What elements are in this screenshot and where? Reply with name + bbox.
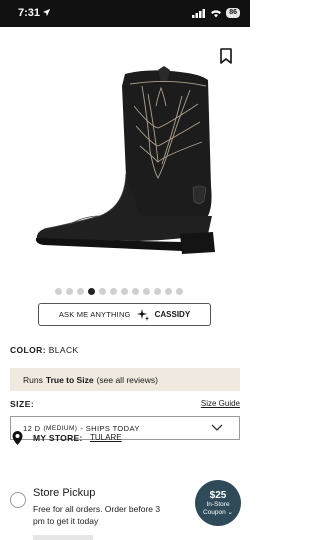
next-option-cutoff [33, 535, 93, 540]
coupon-line2-wrap: Coupon ⌄ [202, 508, 234, 516]
carousel-dot[interactable] [176, 288, 183, 295]
carousel-dot-active[interactable] [88, 288, 95, 295]
size-selected-value: 12 D [23, 423, 41, 433]
carousel-dot[interactable] [77, 288, 84, 295]
boot-side-badge [192, 185, 207, 204]
size-ship-status: - SHIPS TODAY [80, 423, 140, 433]
carousel-dot[interactable] [132, 288, 139, 295]
fit-banner[interactable]: Runs True to Size (see all reviews) [10, 368, 240, 391]
size-label: SIZE: [10, 399, 35, 409]
location-pin-icon [12, 431, 23, 445]
status-time: 7:31 [18, 7, 41, 19]
status-indicators: 86 [192, 8, 240, 18]
product-image-boot[interactable] [30, 66, 220, 260]
wifi-icon [211, 9, 222, 17]
carousel-dot[interactable] [121, 288, 128, 295]
chevron-down-icon [211, 424, 223, 431]
size-guide-link[interactable]: Size Guide [201, 399, 240, 408]
coupon-badge[interactable]: $25 In-Store Coupon ⌄ [195, 480, 241, 526]
size-width: (MEDIUM) [43, 424, 78, 432]
bookmark-icon[interactable] [219, 48, 233, 64]
store-name-link[interactable]: TULARE [90, 433, 122, 442]
store-pickup-radio[interactable] [10, 492, 26, 508]
carousel-dot[interactable] [165, 288, 172, 295]
carousel-dot[interactable] [110, 288, 117, 295]
carousel-dot[interactable] [143, 288, 150, 295]
carousel-dot[interactable] [99, 288, 106, 295]
color-label: COLOR: [10, 345, 46, 355]
assistant-name: CASSIDY [154, 310, 191, 319]
coupon-line1: In-Store [206, 500, 230, 508]
my-store-label: MY STORE: [33, 433, 83, 443]
store-pickup-description: Free for all orders. Order before 3 pm t… [33, 504, 161, 526]
fit-reviews-link[interactable]: (see all reviews) [97, 375, 158, 385]
color-info: COLOR: BLACK [10, 345, 79, 355]
sparkle-icon [136, 308, 149, 321]
battery-indicator: 86 [226, 8, 240, 18]
coupon-line2: Coupon [202, 508, 226, 516]
fit-emphasis: True to Size [45, 374, 94, 385]
status-bar: 7:31 86 [0, 0, 250, 27]
boot-heel [180, 232, 215, 254]
fit-prefix: Runs [23, 374, 43, 385]
ask-assistant-button[interactable]: ASK ME ANYTHING CASSIDY [38, 303, 211, 326]
color-value: BLACK [48, 345, 79, 355]
image-carousel-dots[interactable] [55, 288, 195, 296]
carousel-dot[interactable] [55, 288, 62, 295]
coupon-amount: $25 [209, 489, 227, 501]
signal-icon [192, 8, 206, 18]
carousel-dot[interactable] [66, 288, 73, 295]
ask-label: ASK ME ANYTHING [58, 310, 131, 319]
carousel-dot[interactable] [154, 288, 161, 295]
location-arrow-icon [42, 8, 51, 17]
store-pickup-title: Store Pickup [33, 487, 96, 499]
